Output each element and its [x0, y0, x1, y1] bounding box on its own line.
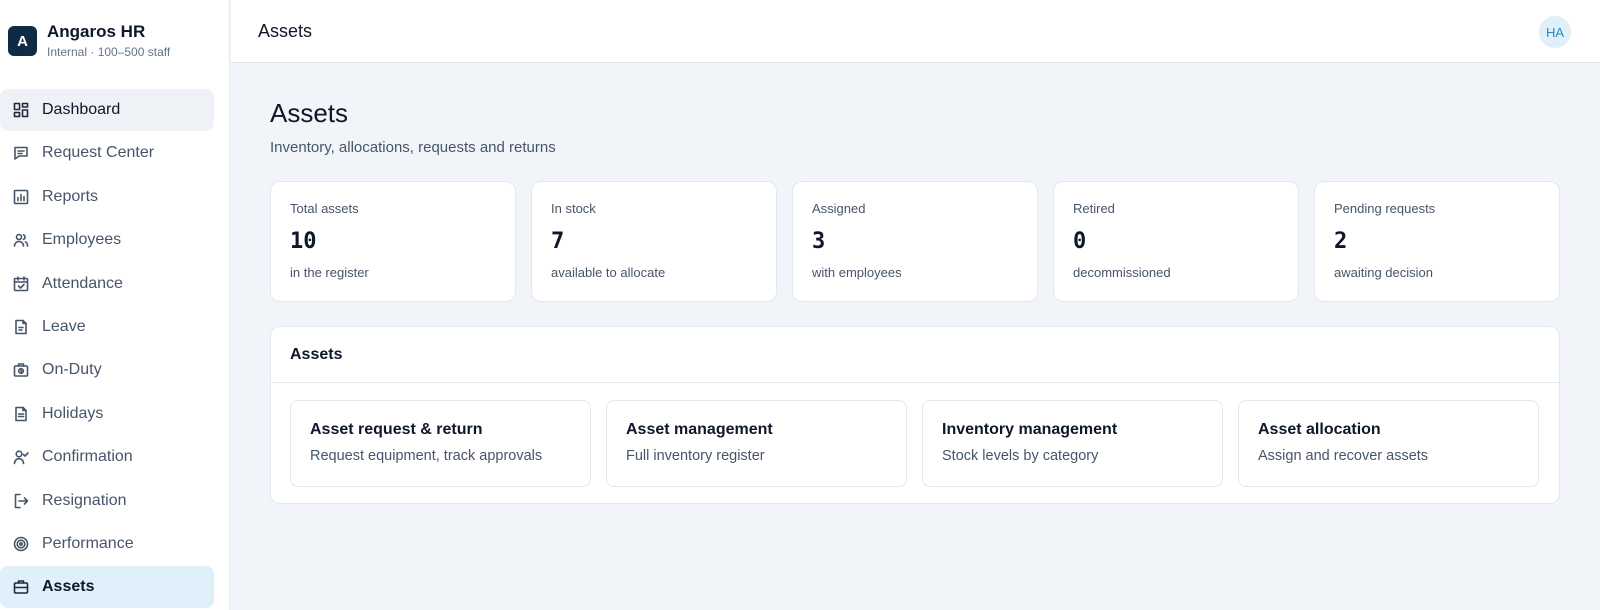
bar-chart-icon	[13, 189, 29, 205]
tile-asset-management[interactable]: Asset management Full inventory register	[606, 400, 907, 487]
sidebar-item-label: Request Center	[42, 144, 155, 162]
stat-value: 10	[290, 229, 317, 254]
tile-description: Assign and recover assets	[1258, 448, 1429, 464]
stat-label: In stock	[551, 201, 596, 216]
user-check-icon	[13, 449, 29, 465]
tile-description: Full inventory register	[626, 448, 765, 464]
sidebar-item-dashboard[interactable]: Dashboard	[0, 89, 214, 131]
stat-label: Pending requests	[1334, 201, 1436, 216]
sidebar-item-employees[interactable]: Employees	[0, 219, 214, 261]
top-header: Assets HA	[231, 0, 1600, 63]
briefcase-icon	[13, 579, 29, 595]
page-subtitle: Inventory, allocations, requests and ret…	[270, 139, 556, 156]
stat-note: awaiting decision	[1334, 265, 1434, 280]
briefcase-clock-icon	[13, 362, 29, 378]
stat-note: available to allocate	[551, 265, 666, 280]
sidebar-item-assets[interactable]: Assets	[0, 566, 214, 609]
tile-title: Asset request & return	[310, 421, 483, 438]
stat-card-total-assets: Total assets 10 in the register	[270, 181, 516, 302]
brand[interactable]: A Angaros HR Internal · 100–500 staff	[8, 22, 170, 60]
file-text-icon	[13, 406, 29, 422]
stat-value: 0	[1073, 229, 1087, 254]
sidebar-item-reports[interactable]: Reports	[0, 176, 214, 218]
sidebar-item-label: Reports	[42, 187, 99, 205]
tile-description: Request equipment, track approvals	[310, 448, 543, 464]
tile-title: Inventory management	[942, 421, 1118, 438]
sidebar-nav: Dashboard Request Center Reports Employe…	[0, 89, 230, 610]
assets-panel: Assets Asset request & return Request eq…	[270, 326, 1560, 504]
panel-title: Assets	[271, 327, 1559, 383]
page-title: Assets	[270, 98, 349, 128]
sidebar-item-holidays[interactable]: Holidays	[0, 393, 214, 435]
stat-value: 3	[812, 229, 826, 254]
sidebar-item-label: Holidays	[42, 404, 104, 422]
tiles-row: Asset request & return Request equipment…	[290, 400, 1539, 487]
sidebar-item-label: Assets	[42, 578, 95, 596]
stat-note: in the register	[290, 265, 369, 280]
stat-label: Assigned	[812, 201, 866, 216]
sidebar-item-label: Attendance	[42, 274, 123, 292]
sidebar-item-confirmation[interactable]: Confirmation	[0, 436, 214, 478]
stat-card-retired: Retired 0 decommissioned	[1053, 181, 1299, 302]
sidebar-item-label: Resignation	[42, 491, 127, 509]
stat-value: 7	[551, 229, 565, 254]
tile-asset-allocation[interactable]: Asset allocation Assign and recover asse…	[1238, 400, 1539, 487]
sidebar-item-label: Confirmation	[42, 448, 133, 466]
stat-card-pending-requests: Pending requests 2 awaiting decision	[1314, 181, 1560, 302]
tile-inventory-management[interactable]: Inventory management Stock levels by cat…	[922, 400, 1223, 487]
stat-label: Total assets	[290, 201, 359, 216]
brand-subtitle: Internal · 100–500 staff	[47, 45, 171, 59]
sidebar-item-label: Leave	[42, 317, 86, 335]
stats-row: Total assets 10 in the register In stock…	[270, 181, 1560, 302]
sidebar-item-label: Employees	[42, 231, 122, 249]
sidebar-item-label: Performance	[42, 534, 134, 552]
grid-icon	[13, 102, 29, 118]
brand-text: Angaros HR Internal · 100–500 staff	[47, 22, 170, 60]
file-icon	[13, 319, 29, 335]
log-out-icon	[13, 493, 29, 509]
tile-description: Stock levels by category	[942, 448, 1099, 464]
sidebar-item-on-duty[interactable]: On-Duty	[0, 349, 214, 391]
header-title: Assets	[258, 21, 313, 41]
sidebar: A Angaros HR Internal · 100–500 staff Da…	[0, 0, 230, 610]
sidebar-item-label: Dashboard	[42, 101, 121, 118]
tile-title: Asset management	[626, 421, 773, 438]
calendar-check-icon	[13, 275, 29, 292]
users-icon	[13, 232, 29, 248]
stat-card-in-stock: In stock 7 available to allocate	[531, 181, 777, 302]
stat-value: 2	[1334, 229, 1348, 254]
sidebar-item-label: On-Duty	[42, 361, 102, 379]
tile-asset-request-return[interactable]: Asset request & return Request equipment…	[290, 400, 591, 487]
brand-name: Angaros HR	[47, 22, 146, 41]
stat-label: Retired	[1073, 201, 1115, 216]
sidebar-item-attendance[interactable]: Attendance	[0, 263, 214, 305]
sidebar-item-resignation[interactable]: Resignation	[0, 480, 214, 522]
stat-card-assigned: Assigned 3 with employees	[792, 181, 1038, 302]
message-square-icon	[13, 145, 29, 161]
sidebar-item-leave[interactable]: Leave	[0, 306, 214, 348]
tile-title: Asset allocation	[1258, 421, 1381, 438]
stat-note: decommissioned	[1073, 265, 1171, 280]
sidebar-item-performance[interactable]: Performance	[0, 523, 214, 565]
brand-logo: A	[8, 26, 37, 56]
stat-note: with employees	[812, 265, 902, 280]
sidebar-item-request-center[interactable]: Request Center	[0, 132, 214, 174]
avatar[interactable]: HA	[1539, 16, 1571, 48]
target-icon	[13, 536, 29, 552]
